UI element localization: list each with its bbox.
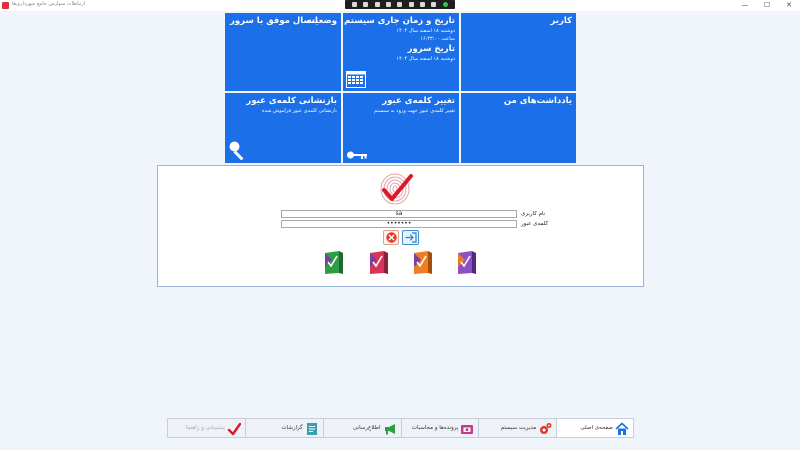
tab-home-label: صفحه‌ی اصلی <box>580 425 613 431</box>
home-icon <box>615 422 629 435</box>
megaphone-icon <box>384 424 395 435</box>
cancel-button[interactable] <box>383 230 399 245</box>
gears-icon <box>540 423 552 434</box>
tile-reset-password[interactable]: بازنشانی کلمه‌ی عبور بازنشانی کلمه‌ی عبو… <box>225 93 341 163</box>
tab-files-calculations[interactable]: پرونده‌ها و محاسبات <box>400 418 479 438</box>
window-controls: — ☐ ✕ <box>734 0 800 11</box>
password-label: کلمه‌ی عبور <box>521 221 549 227</box>
remote-session-toolbar[interactable] <box>345 0 455 9</box>
tile-user[interactable]: کاربر <box>461 13 576 91</box>
support-icon <box>227 422 241 436</box>
tile-datetime-title: تاریخ و زمان جاری سیستم <box>344 16 455 26</box>
system-date: دوشنبه ۱۸ اسفند سال ۱۴۰۴ <box>396 28 455 34</box>
close-button[interactable]: ✕ <box>778 0 800 11</box>
tab-reports[interactable]: گزارشات <box>244 418 323 438</box>
screen-icon[interactable] <box>363 2 369 7</box>
password-field[interactable]: ••••••• <box>281 220 517 228</box>
tile-reset-password-subtitle: بازنشانی کلمه‌ی عبور فراموش شده <box>262 108 337 114</box>
tab-support-label: پشتیبانی و راهنما <box>185 425 225 431</box>
username-label: نام کاربری <box>521 211 546 217</box>
bottom-taskbar: صفحه‌ی اصلی مدیریت سیستم پرونده‌ها و محا… <box>167 418 634 438</box>
maximize-button[interactable]: ☐ <box>756 0 778 11</box>
tab-home[interactable]: صفحه‌ی اصلی <box>556 418 634 438</box>
minimize-button[interactable]: — <box>734 0 756 11</box>
login-panel: نام کاربری sa کلمه‌ی عبور ••••••• <box>157 165 644 287</box>
connection-status: اتصال موفق با سرور <box>230 16 318 26</box>
pin-icon[interactable] <box>352 2 358 7</box>
tile-status[interactable]: وضعیت اتصال موفق با سرور <box>225 13 341 91</box>
tile-reset-password-title: بازنشانی کلمه‌ی عبور <box>246 96 337 106</box>
key-search-icon <box>229 141 244 160</box>
system-time: ساعت ۱۶:۴۳:۰۰ <box>420 36 455 42</box>
sign-in-icon <box>404 232 417 243</box>
chat-icon[interactable] <box>408 2 414 7</box>
file-icon[interactable] <box>431 2 437 7</box>
folder-money-icon <box>461 425 474 434</box>
tab-system-management-label: مدیریت سیستم <box>500 425 537 431</box>
tile-change-password[interactable]: تغییر کلمه‌ی عبور تغییر کلمه‌ی عبور جهت … <box>343 93 459 163</box>
tab-announcements[interactable]: اطلاع‌رسانی <box>322 418 401 438</box>
tab-files-calculations-label: پرونده‌ها و محاسبات <box>411 425 459 431</box>
settings-icon[interactable] <box>397 2 403 7</box>
keyboard-icon[interactable] <box>386 2 392 7</box>
product-box-red-icon <box>370 251 388 274</box>
app-logo-icon <box>2 2 9 9</box>
tab-system-management[interactable]: مدیریت سیستم <box>478 418 557 438</box>
window-title: ارتباطات سوارس جامع شهرداری‌ها <box>12 1 86 7</box>
login-button[interactable] <box>402 230 419 245</box>
key-icon <box>347 151 367 159</box>
product-box-orange-icon <box>414 251 432 274</box>
report-icon <box>306 423 317 435</box>
connection-ok-icon[interactable] <box>442 2 448 7</box>
fingerprint-check-logo-icon <box>380 173 413 205</box>
tile-my-notes[interactable]: یادداشت‌های من <box>461 93 576 163</box>
product-box-purple-icon <box>458 251 476 274</box>
server-date: دوشنبه ۱۸ اسفند سال ۱۴۰۴ <box>396 56 455 62</box>
cancel-icon <box>385 232 397 243</box>
calendar-icon <box>346 71 366 88</box>
tab-reports-label: گزارشات <box>281 425 303 431</box>
tile-change-password-title: تغییر کلمه‌ی عبور <box>382 96 455 106</box>
tab-support[interactable]: پشتیبانی و راهنما <box>167 418 245 438</box>
tile-datetime[interactable]: تاریخ و زمان جاری سیستم دوشنبه ۱۸ اسفند … <box>343 13 459 91</box>
video-icon[interactable] <box>374 2 380 7</box>
tile-change-password-subtitle: تغییر کلمه‌ی عبور جهت ورود به سیستم <box>374 108 455 114</box>
server-date-title: تاریخ سرور <box>407 44 455 54</box>
tile-notes-title: یادداشت‌های من <box>503 96 572 106</box>
tile-user-title: کاربر <box>550 16 572 26</box>
username-field[interactable]: sa <box>281 210 517 218</box>
product-box-green-icon <box>325 251 343 274</box>
power-icon[interactable] <box>420 2 426 7</box>
tab-announcements-label: اطلاع‌رسانی <box>352 425 381 431</box>
